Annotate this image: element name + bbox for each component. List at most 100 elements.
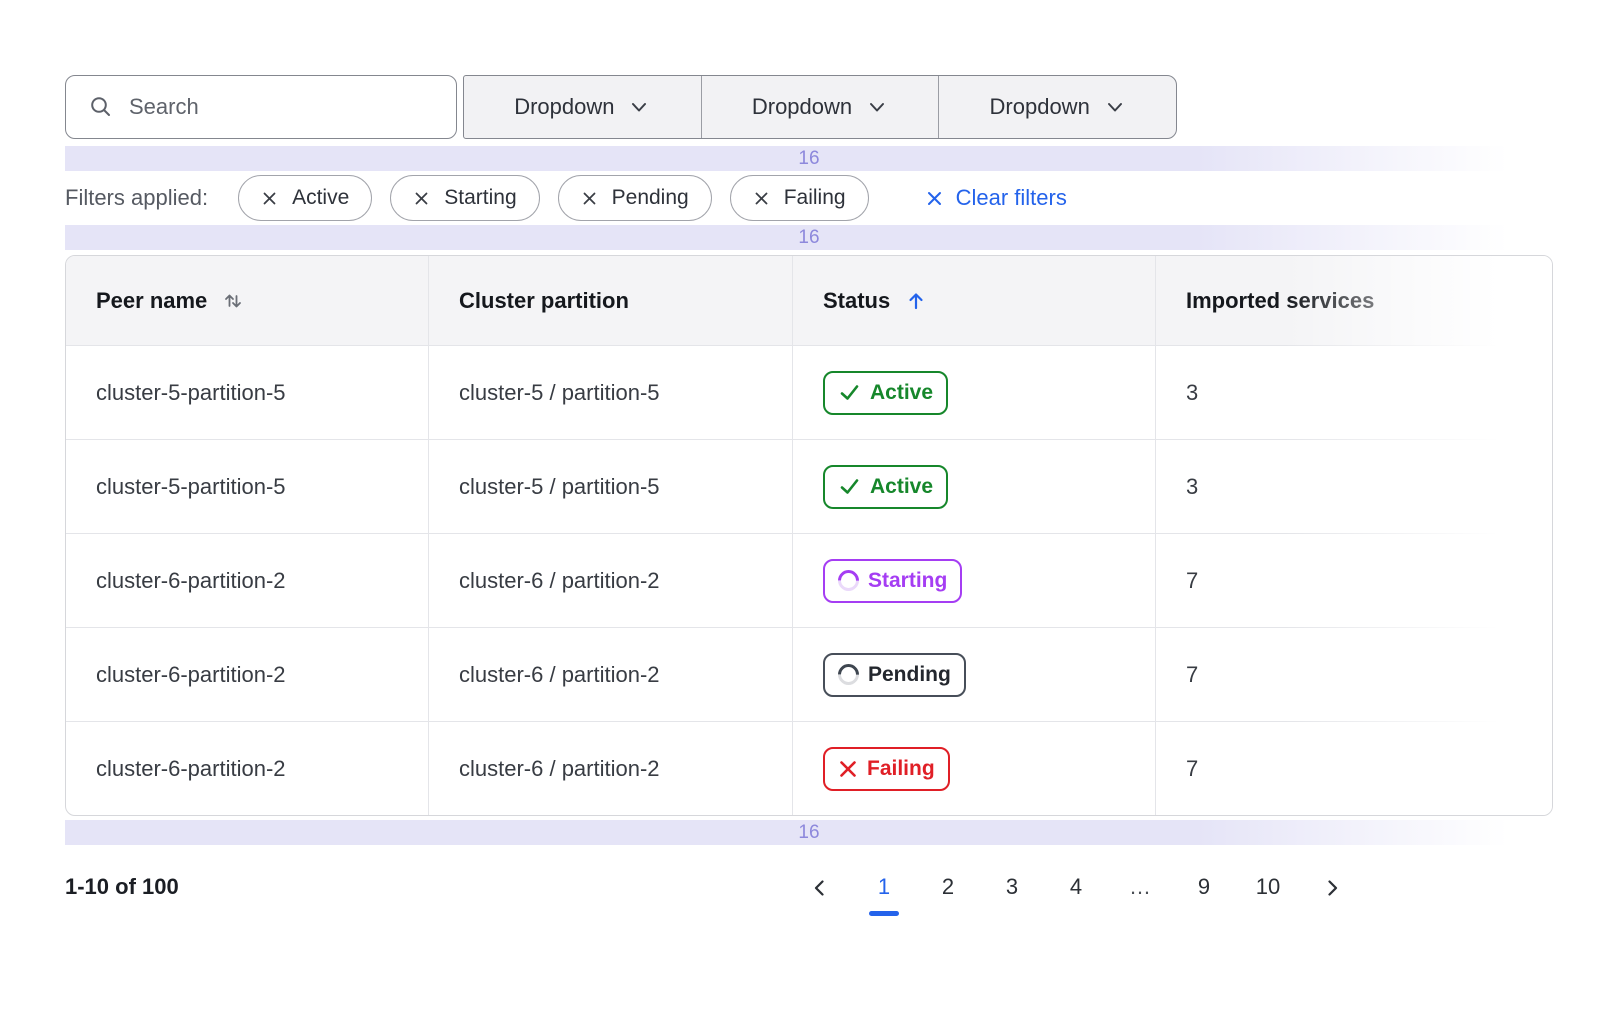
filter-chip-label: Failing bbox=[784, 186, 846, 210]
close-icon[interactable] bbox=[581, 190, 598, 207]
filters-row: Filters applied: Active Starting Pending… bbox=[65, 175, 1553, 221]
search-field[interactable] bbox=[127, 93, 440, 121]
status-label: Failing bbox=[867, 757, 935, 781]
page-button-10[interactable]: 10 bbox=[1245, 866, 1291, 916]
spacing-annotation-bar: 16 bbox=[65, 225, 1553, 250]
pagination: 1234 … 9 10 bbox=[797, 866, 1355, 916]
cell-status: Pending bbox=[793, 628, 1156, 721]
clear-filters-button[interactable]: Clear filters bbox=[925, 185, 1067, 211]
page-button-3[interactable]: 3 bbox=[989, 866, 1035, 916]
check-icon bbox=[838, 475, 861, 498]
table-footer: 1-10 of 100 1234 … 9 10 bbox=[65, 866, 1553, 916]
filters-applied-label: Filters applied: bbox=[65, 185, 208, 211]
page-button-2[interactable]: 2 bbox=[925, 866, 971, 916]
filter-chip-list: Active Starting Pending Failing bbox=[238, 175, 887, 221]
filter-chip-label: Pending bbox=[612, 186, 689, 210]
page-button-9[interactable]: 9 bbox=[1181, 866, 1227, 916]
column-label: Status bbox=[823, 288, 890, 314]
status-badge: Failing bbox=[823, 747, 950, 791]
dropdown-button[interactable]: Dropdown bbox=[938, 76, 1176, 138]
table-header-row: Peer name Cluster partition Status bbox=[66, 256, 1552, 345]
page-button-current[interactable]: 1 bbox=[861, 866, 907, 916]
toolbar: Dropdown Dropdown Dropdown bbox=[65, 75, 1553, 139]
peers-table: Peer name Cluster partition Status bbox=[65, 255, 1553, 816]
dropdown-label: Dropdown bbox=[752, 94, 852, 120]
cell-peer-name: cluster-6-partition-2 bbox=[66, 534, 429, 627]
column-header-imported-services[interactable]: Imported services bbox=[1156, 256, 1552, 345]
spacing-annotation-label: 16 bbox=[798, 148, 819, 170]
chevron-left-icon bbox=[809, 877, 831, 899]
chevron-down-icon bbox=[1104, 96, 1126, 118]
cell-peer-name: cluster-5-partition-5 bbox=[66, 440, 429, 533]
status-badge: Active bbox=[823, 465, 948, 509]
pagination-ellipsis: … bbox=[1117, 866, 1163, 916]
column-header-cluster-partition[interactable]: Cluster partition bbox=[429, 256, 793, 345]
dropdown-label: Dropdown bbox=[514, 94, 614, 120]
page: Dropdown Dropdown Dropdown 16 Filters ap… bbox=[0, 0, 1618, 1010]
status-label: Active bbox=[870, 475, 933, 499]
clear-filters-label: Clear filters bbox=[956, 185, 1067, 211]
column-header-peer-name[interactable]: Peer name bbox=[66, 256, 429, 345]
spacing-annotation-bar: 16 bbox=[65, 820, 1553, 845]
cell-imported-services: 3 bbox=[1156, 346, 1552, 439]
sort-arrows-icon[interactable] bbox=[221, 289, 245, 313]
cell-imported-services: 7 bbox=[1156, 534, 1552, 627]
cell-peer-name: cluster-6-partition-2 bbox=[66, 628, 429, 721]
status-label: Active bbox=[870, 381, 933, 405]
cell-peer-name: cluster-6-partition-2 bbox=[66, 722, 429, 815]
close-icon[interactable] bbox=[261, 190, 278, 207]
spacing-annotation-bar: 16 bbox=[65, 146, 1553, 171]
cell-status: Starting bbox=[793, 534, 1156, 627]
results-summary: 1-10 of 100 bbox=[65, 866, 179, 900]
page-button-4[interactable]: 4 bbox=[1053, 866, 1099, 916]
spinner-icon bbox=[838, 664, 859, 685]
cell-imported-services: 7 bbox=[1156, 628, 1552, 721]
cell-cluster-partition: cluster-6 / partition-2 bbox=[429, 628, 793, 721]
status-badge: Starting bbox=[823, 559, 962, 603]
spacing-annotation-label: 16 bbox=[798, 227, 819, 249]
dropdown-label: Dropdown bbox=[990, 94, 1090, 120]
cell-peer-name: cluster-5-partition-5 bbox=[66, 346, 429, 439]
check-icon bbox=[838, 381, 861, 404]
x-icon bbox=[838, 759, 858, 779]
cell-status: Active bbox=[793, 440, 1156, 533]
cell-cluster-partition: cluster-5 / partition-5 bbox=[429, 346, 793, 439]
content: Dropdown Dropdown Dropdown 16 Filters ap… bbox=[65, 75, 1553, 916]
close-icon[interactable] bbox=[413, 190, 430, 207]
close-icon[interactable] bbox=[753, 190, 770, 207]
status-badge: Active bbox=[823, 371, 948, 415]
table-row: cluster-5-partition-5 cluster-5 / partit… bbox=[66, 345, 1552, 439]
previous-page-button[interactable] bbox=[797, 866, 843, 916]
filter-chip-failing[interactable]: Failing bbox=[730, 175, 869, 221]
spinner-icon bbox=[838, 570, 859, 591]
chevron-right-icon bbox=[1321, 877, 1343, 899]
table-row: cluster-6-partition-2 cluster-6 / partit… bbox=[66, 721, 1552, 815]
table-body: cluster-5-partition-5 cluster-5 / partit… bbox=[66, 345, 1552, 815]
column-header-status[interactable]: Status bbox=[793, 256, 1156, 345]
cell-cluster-partition: cluster-5 / partition-5 bbox=[429, 440, 793, 533]
column-label: Imported services bbox=[1186, 288, 1374, 314]
filter-chip-pending[interactable]: Pending bbox=[558, 175, 712, 221]
next-page-button[interactable] bbox=[1309, 866, 1355, 916]
cell-status: Active bbox=[793, 346, 1156, 439]
cell-status: Failing bbox=[793, 722, 1156, 815]
table-row: cluster-6-partition-2 cluster-6 / partit… bbox=[66, 533, 1552, 627]
dropdown-button[interactable]: Dropdown bbox=[464, 76, 701, 138]
dropdown-group: Dropdown Dropdown Dropdown bbox=[463, 75, 1177, 139]
search-input[interactable] bbox=[65, 75, 457, 139]
spacing-annotation-label: 16 bbox=[798, 822, 819, 844]
sort-up-icon[interactable] bbox=[904, 289, 928, 313]
table-row: cluster-5-partition-5 cluster-5 / partit… bbox=[66, 439, 1552, 533]
table-row: cluster-6-partition-2 cluster-6 / partit… bbox=[66, 627, 1552, 721]
search-icon bbox=[88, 94, 114, 120]
filter-chip-label: Active bbox=[292, 186, 349, 210]
status-label: Starting bbox=[868, 569, 947, 593]
cell-cluster-partition: cluster-6 / partition-2 bbox=[429, 722, 793, 815]
status-badge: Pending bbox=[823, 653, 966, 697]
status-label: Pending bbox=[868, 663, 951, 687]
filter-chip-active[interactable]: Active bbox=[238, 175, 372, 221]
cell-imported-services: 3 bbox=[1156, 440, 1552, 533]
filter-chip-starting[interactable]: Starting bbox=[390, 175, 539, 221]
column-label: Peer name bbox=[96, 288, 207, 314]
dropdown-button[interactable]: Dropdown bbox=[701, 76, 939, 138]
